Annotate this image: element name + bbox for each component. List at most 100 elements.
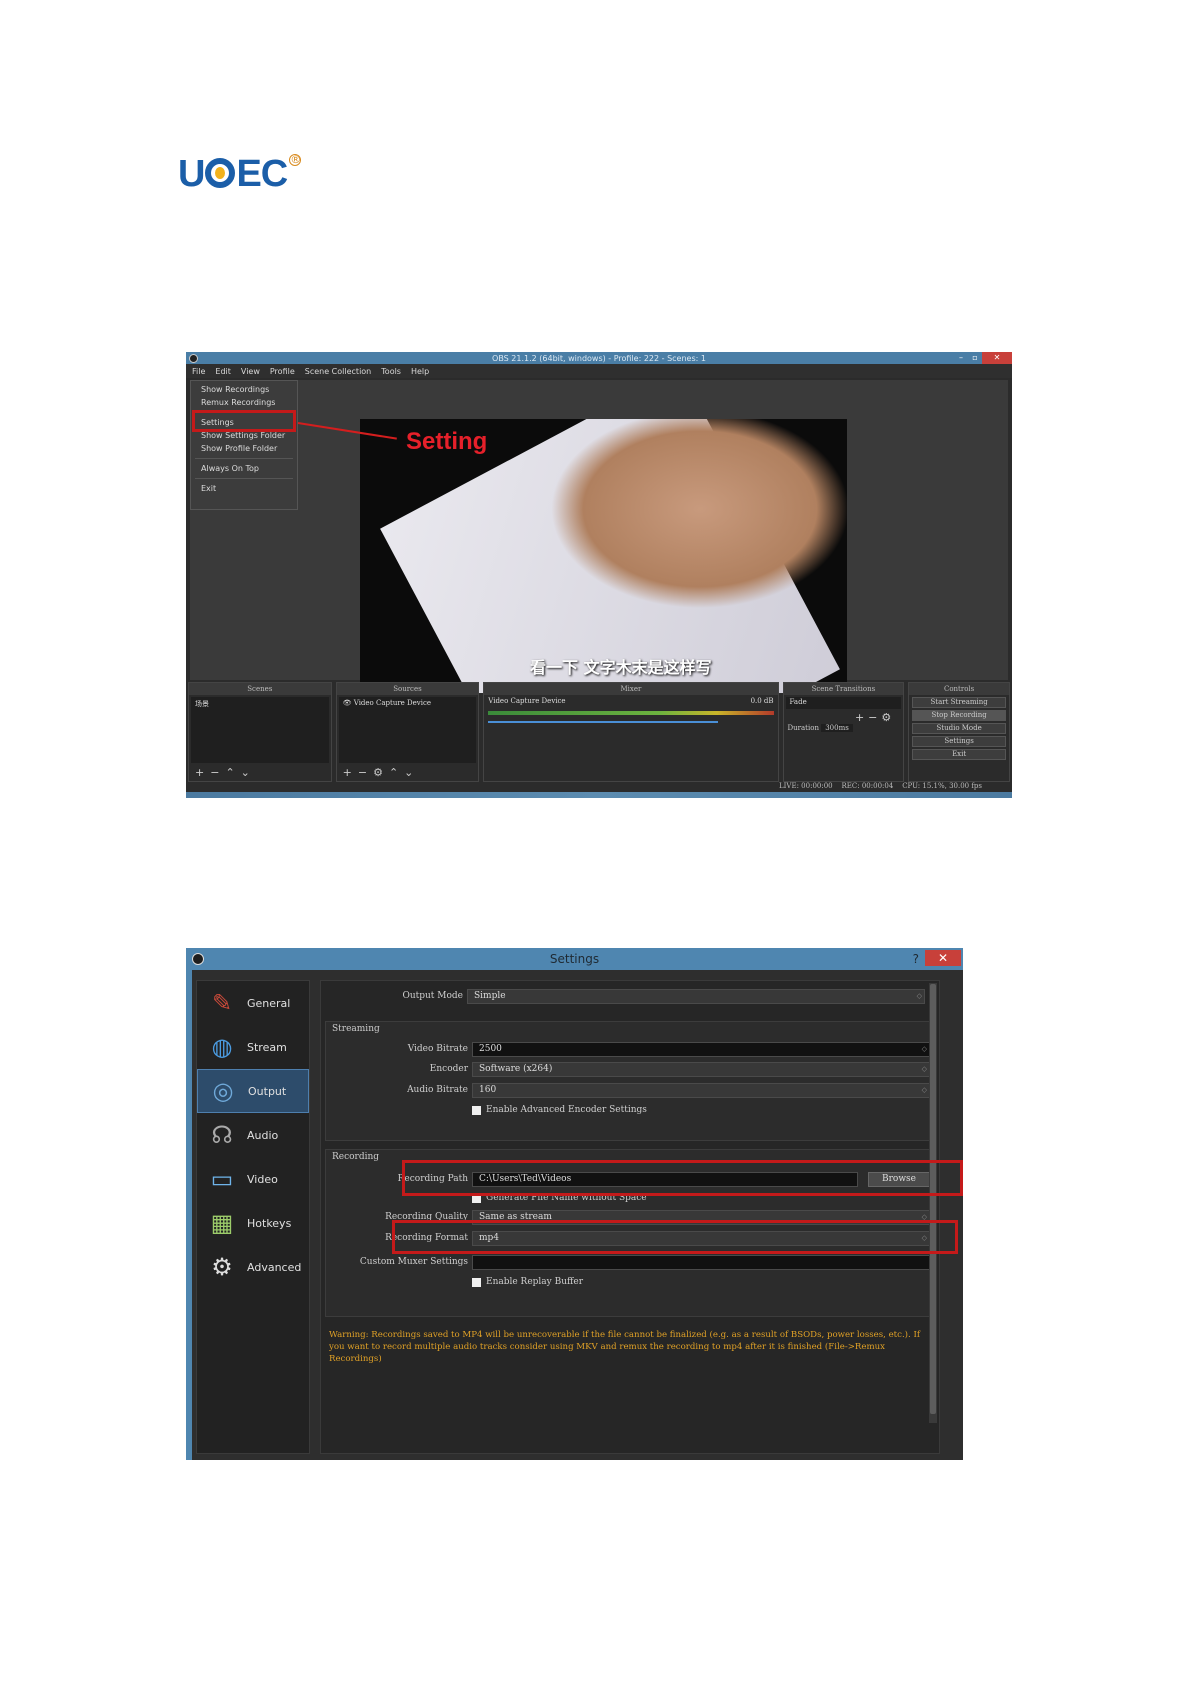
help-icon[interactable]: ? bbox=[913, 948, 919, 970]
close-icon[interactable]: ✕ bbox=[982, 352, 1012, 364]
gear-icon[interactable]: ⚙ bbox=[881, 711, 895, 724]
logo-text: U EC bbox=[178, 153, 288, 195]
menu-item-show-profile-folder[interactable]: Show Profile Folder bbox=[191, 442, 297, 455]
menu-tools[interactable]: Tools bbox=[381, 367, 401, 376]
transitions-dock-title: Scene Transitions bbox=[783, 683, 904, 695]
up-icon[interactable]: ⌃ bbox=[389, 766, 404, 779]
sources-list: 👁 Video Capture Device bbox=[338, 697, 477, 763]
obs-statusbar: LIVE: 00:00:00 REC: 00:00:04 CPU: 15.1%,… bbox=[186, 782, 1012, 792]
remove-icon[interactable]: − bbox=[868, 711, 881, 724]
registered-mark: ® bbox=[289, 153, 302, 166]
menu-scene-collection[interactable]: Scene Collection bbox=[305, 367, 372, 376]
settings-button[interactable]: Settings bbox=[912, 736, 1006, 747]
monitor-icon: ▭ bbox=[210, 1165, 234, 1193]
gears-icon: ⚙ bbox=[211, 1253, 233, 1281]
output-mode-select[interactable]: Simple ◇ bbox=[467, 989, 925, 1004]
nav-hotkeys[interactable]: ▦ Hotkeys bbox=[197, 1201, 309, 1245]
output-mode-value: Simple bbox=[474, 991, 506, 1001]
menu-file[interactable]: File bbox=[192, 367, 205, 376]
audio-level-meter bbox=[488, 711, 774, 715]
scenes-toolbar: +−⌃⌄ bbox=[195, 766, 256, 779]
transitions-dock: Scene Transitions Fade +−⚙ Duration 300m… bbox=[782, 682, 905, 782]
menu-separator bbox=[195, 478, 293, 479]
scene-item[interactable]: 场景 bbox=[195, 699, 325, 709]
video-bitrate-row: Video Bitrate 2500 ◇ bbox=[326, 1042, 938, 1058]
keyboard-icon: ▦ bbox=[210, 1209, 234, 1237]
controls-dock-title: Controls bbox=[909, 683, 1009, 695]
video-bitrate-label: Video Bitrate bbox=[407, 1044, 468, 1054]
nav-output[interactable]: ◎ Output bbox=[197, 1069, 309, 1113]
audio-bitrate-label: Audio Bitrate bbox=[407, 1085, 468, 1095]
transition-select[interactable]: Fade bbox=[785, 697, 902, 709]
nav-stream[interactable]: ◍ Stream bbox=[197, 1025, 309, 1069]
scrollbar[interactable] bbox=[929, 983, 937, 1423]
menu-profile[interactable]: Profile bbox=[270, 367, 295, 376]
live-time: LIVE: 00:00:00 bbox=[779, 782, 833, 790]
menu-help[interactable]: Help bbox=[411, 367, 429, 376]
nav-general[interactable]: ✎ General bbox=[197, 981, 309, 1025]
advanced-encoder-checkbox[interactable]: Enable Advanced Encoder Settings bbox=[472, 1104, 647, 1116]
video-bitrate-input[interactable]: 2500 ◇ bbox=[472, 1042, 930, 1057]
spinner-icon[interactable]: ◇ bbox=[922, 1043, 927, 1056]
chevron-down-icon: ◇ bbox=[921, 1065, 927, 1073]
duration-label: Duration bbox=[787, 724, 819, 732]
sources-toolbar: +−⚙⌃⌄ bbox=[343, 766, 420, 779]
menu-edit[interactable]: Edit bbox=[215, 367, 231, 376]
menu-item-show-recordings[interactable]: Show Recordings bbox=[191, 383, 297, 396]
remove-icon[interactable]: − bbox=[358, 766, 373, 779]
start-streaming-button[interactable]: Start Streaming bbox=[912, 697, 1006, 708]
checkbox-box[interactable] bbox=[472, 1277, 481, 1287]
nav-label: Stream bbox=[247, 1040, 287, 1054]
ucec-logo: U EC ® bbox=[178, 152, 302, 196]
nav-audio[interactable]: ☊ Audio bbox=[197, 1113, 309, 1157]
document-page: U EC ® OBS 21.1.2 (64bit, windows) - Prof… bbox=[0, 0, 1191, 1684]
file-dropdown-menu: Show Recordings Remux Recordings Setting… bbox=[190, 380, 298, 510]
mixer-dock: Mixer Video Capture Device 0.0 dB bbox=[483, 682, 779, 782]
advanced-encoder-label: Enable Advanced Encoder Settings bbox=[486, 1105, 647, 1115]
up-icon[interactable]: ⌃ bbox=[225, 766, 240, 779]
menu-item-remux-recordings[interactable]: Remux Recordings bbox=[191, 396, 297, 409]
studio-mode-button[interactable]: Studio Mode bbox=[912, 723, 1006, 734]
menu-separator bbox=[195, 458, 293, 459]
down-icon[interactable]: ⌄ bbox=[404, 766, 419, 779]
nav-label: General bbox=[247, 996, 291, 1010]
minimize-icon[interactable]: – bbox=[954, 352, 968, 364]
maximize-icon[interactable]: ▫ bbox=[968, 352, 982, 364]
scrollbar-thumb[interactable] bbox=[930, 984, 936, 1414]
remove-icon[interactable]: − bbox=[210, 766, 225, 779]
eye-icon[interactable]: 👁 bbox=[343, 699, 352, 707]
encoder-select[interactable]: Software (x264) ◇ bbox=[472, 1062, 930, 1077]
stop-recording-button[interactable]: Stop Recording bbox=[912, 710, 1006, 721]
checkbox-box[interactable] bbox=[472, 1105, 481, 1115]
close-icon[interactable]: ✕ bbox=[925, 950, 961, 966]
menu-view[interactable]: View bbox=[241, 367, 260, 376]
menu-item-always-on-top[interactable]: Always On Top bbox=[191, 462, 297, 475]
gear-icon[interactable]: ⚙ bbox=[373, 766, 389, 779]
volume-slider[interactable] bbox=[488, 721, 719, 723]
audio-bitrate-select[interactable]: 160 ◇ bbox=[472, 1083, 930, 1098]
nav-label: Advanced bbox=[247, 1260, 302, 1274]
obs-titlebar: OBS 21.1.2 (64bit, windows) - Profile: 2… bbox=[186, 352, 1012, 364]
add-icon[interactable]: + bbox=[855, 711, 868, 724]
duration-field[interactable]: 300ms bbox=[821, 724, 853, 732]
recording-path-highlight bbox=[402, 1160, 963, 1196]
mixer-dock-title: Mixer bbox=[484, 683, 778, 695]
menu-item-exit[interactable]: Exit bbox=[191, 482, 297, 495]
exit-button[interactable]: Exit bbox=[912, 749, 1006, 760]
transition-toolbar: +−⚙ bbox=[784, 711, 904, 724]
add-icon[interactable]: + bbox=[195, 766, 210, 779]
nav-advanced[interactable]: ⚙ Advanced bbox=[197, 1245, 309, 1289]
replay-buffer-checkbox[interactable]: Enable Replay Buffer bbox=[472, 1276, 583, 1288]
streaming-heading: Streaming bbox=[332, 1024, 380, 1034]
nav-video[interactable]: ▭ Video bbox=[197, 1157, 309, 1201]
nav-label: Output bbox=[248, 1084, 287, 1098]
muxer-input[interactable] bbox=[472, 1255, 930, 1270]
source-item[interactable]: 👁 Video Capture Device bbox=[343, 699, 473, 707]
general-icon: ✎ bbox=[211, 989, 233, 1017]
add-icon[interactable]: + bbox=[343, 766, 358, 779]
replay-buffer-label: Enable Replay Buffer bbox=[486, 1277, 584, 1287]
down-icon[interactable]: ⌄ bbox=[241, 766, 256, 779]
settings-title: Settings bbox=[549, 952, 600, 966]
mixer-channel: Video Capture Device 0.0 dB bbox=[484, 695, 777, 707]
logo-o-mark bbox=[205, 157, 236, 188]
